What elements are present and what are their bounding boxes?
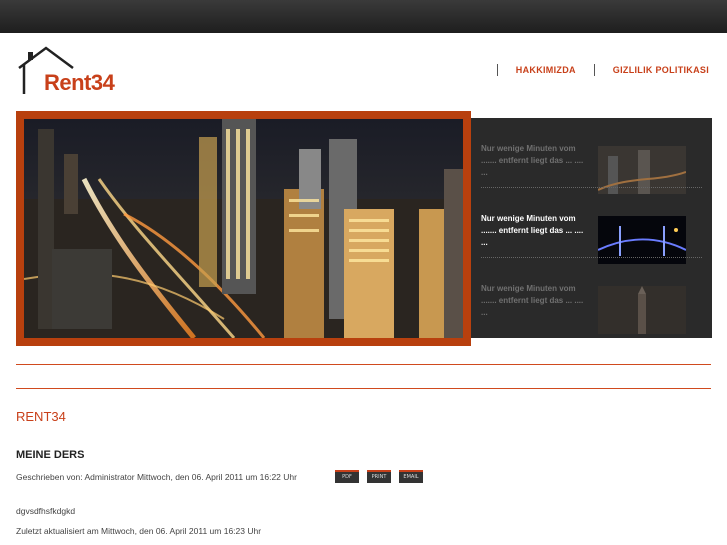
hero-banner[interactable]	[16, 111, 471, 346]
slide-item[interactable]: Nur wenige Minuten vom ....... entfernt …	[471, 118, 712, 194]
slide-text: Nur wenige Minuten vom ....... entfernt …	[481, 284, 584, 317]
article-title[interactable]: MEINE DERS	[16, 449, 84, 461]
city-night-skyline-image	[24, 119, 463, 338]
logo-text[interactable]: Rent34	[44, 70, 115, 96]
slide-text: Nur wenige Minuten vom ....... entfernt …	[481, 214, 584, 247]
slide-text: Nur wenige Minuten vom ....... entfernt …	[481, 144, 584, 177]
nav-separator	[496, 64, 498, 76]
divider-line	[16, 388, 711, 389]
pdf-icon[interactable]: PDF	[335, 470, 359, 483]
main-nav: HAKKIMIZDA GIZLILIK POLITIKASI	[479, 64, 709, 76]
nav-separator	[593, 64, 595, 76]
tower-thumb	[598, 286, 686, 334]
email-icon[interactable]: EMAIL	[399, 470, 423, 483]
site-title: RENT34	[16, 409, 66, 424]
nav-link-gizlilik[interactable]: GIZLILIK POLITIKASI	[613, 65, 709, 75]
slider-panel: Nur wenige Minuten vom ....... entfernt …	[471, 118, 712, 338]
article-actions: PDF PRINT EMAIL	[335, 470, 423, 483]
article-meta: Geschrieben von: Administrator Mittwoch,…	[16, 472, 297, 482]
print-icon[interactable]: PRINT	[367, 470, 391, 483]
article-body: dgvsdfhsfkdgkd	[16, 506, 76, 516]
divider-line	[16, 364, 711, 365]
slide-item-active[interactable]: Nur wenige Minuten vom ....... entfernt …	[471, 188, 712, 264]
last-updated: Zuletzt aktualisiert am Mittwoch, den 06…	[16, 526, 262, 536]
top-bar	[0, 0, 727, 33]
nav-link-hakkimizda[interactable]: HAKKIMIZDA	[516, 65, 576, 75]
slide-item[interactable]: Nur wenige Minuten vom ....... entfernt …	[471, 258, 712, 334]
